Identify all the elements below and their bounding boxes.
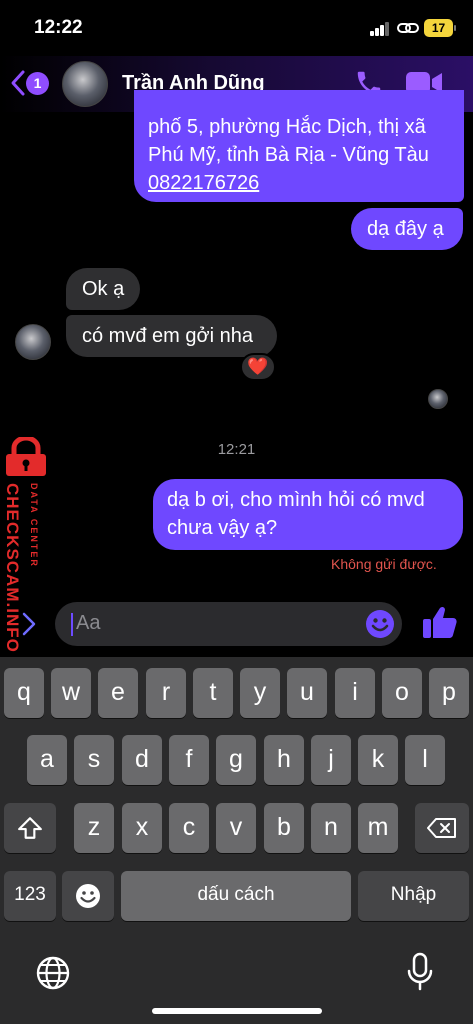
message-text-line: Phú Mỹ, tỉnh Bà Rịa - Vũng Tàu bbox=[148, 144, 429, 166]
numbers-key[interactable]: 123 bbox=[4, 871, 56, 921]
key-o[interactable]: o bbox=[382, 668, 422, 718]
emoji-keyboard-icon bbox=[76, 884, 100, 908]
outgoing-message-failed[interactable]: dạ b ơi, cho mình hỏi có mvd chưa vậy ạ? bbox=[153, 479, 463, 550]
contact-avatar[interactable] bbox=[62, 61, 108, 107]
back-chevron-icon[interactable] bbox=[10, 69, 26, 97]
expand-chevron-icon[interactable] bbox=[20, 610, 38, 638]
signal-icon bbox=[370, 22, 390, 36]
text-caret bbox=[71, 613, 73, 636]
watermark-main-text: CHECKSCAM.INFO bbox=[3, 483, 22, 653]
key-c[interactable]: c bbox=[169, 803, 209, 853]
key-f[interactable]: f bbox=[169, 735, 209, 785]
emoji-keyboard-key[interactable] bbox=[62, 871, 114, 921]
key-e[interactable]: e bbox=[98, 668, 138, 718]
incoming-message[interactable]: Ok ạ bbox=[66, 268, 140, 310]
thumbs-up-icon[interactable] bbox=[420, 604, 458, 642]
message-input[interactable]: Aa bbox=[55, 602, 402, 646]
message-input-placeholder: Aa bbox=[76, 612, 101, 634]
key-a[interactable]: a bbox=[27, 735, 67, 785]
key-x[interactable]: x bbox=[122, 803, 162, 853]
message-text-line: phố 5, phường Hắc Dịch, thị xã bbox=[148, 116, 426, 138]
seen-indicator-avatar bbox=[428, 389, 448, 409]
phone-number-link[interactable]: 0822176726 bbox=[148, 169, 450, 197]
sender-avatar[interactable] bbox=[15, 324, 51, 360]
return-key[interactable]: Nhập bbox=[358, 871, 469, 921]
key-m[interactable]: m bbox=[358, 803, 398, 853]
key-t[interactable]: t bbox=[193, 668, 233, 718]
key-i[interactable]: i bbox=[335, 668, 375, 718]
home-indicator[interactable] bbox=[152, 1008, 322, 1014]
key-g[interactable]: g bbox=[216, 735, 256, 785]
key-b[interactable]: b bbox=[264, 803, 304, 853]
personal-hotspot-icon bbox=[397, 23, 419, 33]
incoming-message[interactable]: có mvđ em gởi nha bbox=[66, 315, 277, 357]
on-screen-keyboard: q w e r t y u i o p a s d f g h j k l z … bbox=[0, 657, 473, 1024]
key-l[interactable]: l bbox=[405, 735, 445, 785]
key-q[interactable]: q bbox=[4, 668, 44, 718]
lock-icon bbox=[6, 437, 46, 476]
microphone-icon[interactable] bbox=[406, 952, 434, 992]
shift-key[interactable] bbox=[4, 803, 56, 853]
key-w[interactable]: w bbox=[51, 668, 91, 718]
key-v[interactable]: v bbox=[216, 803, 256, 853]
space-key[interactable]: dấu cách bbox=[121, 871, 351, 921]
key-n[interactable]: n bbox=[311, 803, 351, 853]
send-failed-status[interactable]: Không gửi được. bbox=[331, 556, 437, 572]
outgoing-message[interactable]: dạ đây ạ bbox=[351, 208, 463, 250]
key-s[interactable]: s bbox=[74, 735, 114, 785]
backspace-icon bbox=[427, 818, 456, 838]
heart-reaction[interactable]: ❤️ bbox=[240, 353, 276, 381]
backspace-key[interactable] bbox=[415, 803, 469, 853]
status-bar: 12:22 17 bbox=[0, 0, 473, 56]
message-timestamp: 12:21 bbox=[217, 441, 256, 458]
message-text-line: chưa vậy ạ? bbox=[167, 517, 278, 539]
shift-icon bbox=[18, 817, 42, 839]
battery-icon: 17 bbox=[424, 19, 456, 37]
key-p[interactable]: p bbox=[429, 668, 469, 718]
unread-badge[interactable]: 1 bbox=[26, 72, 49, 95]
key-h[interactable]: h bbox=[264, 735, 304, 785]
message-text-line: dạ b ơi, cho mình hỏi có mvd bbox=[167, 489, 425, 511]
outgoing-message-address[interactable]: phố 5, phường Hắc Dịch, thị xã Phú Mỹ, t… bbox=[134, 90, 464, 202]
watermark-sub-text: DATA CENTER bbox=[29, 483, 39, 568]
emoji-icon[interactable] bbox=[365, 609, 395, 639]
key-j[interactable]: j bbox=[311, 735, 351, 785]
key-r[interactable]: r bbox=[146, 668, 186, 718]
key-y[interactable]: y bbox=[240, 668, 280, 718]
status-time: 12:22 bbox=[34, 17, 83, 38]
key-d[interactable]: d bbox=[122, 735, 162, 785]
key-k[interactable]: k bbox=[358, 735, 398, 785]
globe-icon[interactable] bbox=[35, 955, 71, 991]
key-z[interactable]: z bbox=[74, 803, 114, 853]
key-u[interactable]: u bbox=[287, 668, 327, 718]
